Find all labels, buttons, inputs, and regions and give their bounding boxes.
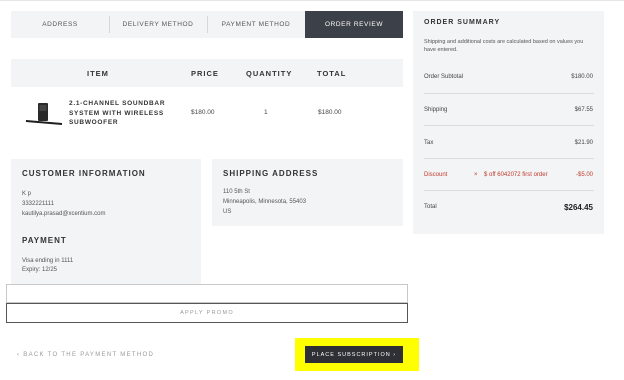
order-summary-panel: ORDER SUMMARY Shipping and additional co… <box>413 11 604 234</box>
customer-information-title: CUSTOMER INFORMATION <box>22 169 146 178</box>
payment-title: PAYMENT <box>22 236 67 245</box>
summary-divider <box>424 125 594 126</box>
tax-label: Tax <box>424 140 434 146</box>
step-order-review[interactable]: ORDER REVIEW <box>305 11 403 38</box>
checkout-steps: ADDRESS DELIVERY METHOD PAYMENT METHOD O… <box>11 11 403 38</box>
step-address[interactable]: ADDRESS <box>11 11 109 38</box>
top-divider <box>0 0 624 1</box>
shipping-address-title: SHIPPING ADDRESS <box>223 169 319 178</box>
discount-value: -$5.00 <box>575 172 593 178</box>
back-to-payment-link[interactable]: ‹ BACK TO THE PAYMENT METHOD <box>17 352 154 358</box>
product-name[interactable]: 2.1-CHANNEL SOUNDBAR SYSTEM WITH WIRELES… <box>69 99 179 128</box>
apply-promo-button[interactable]: APPLY PROMO <box>6 303 408 323</box>
shipping-line-1: 110 5th St <box>223 189 250 195</box>
column-header-price: PRICE <box>191 69 219 78</box>
subtotal-value: $180.00 <box>571 74 593 80</box>
discount-label: Discount <box>424 172 448 178</box>
column-header-quantity: QUANTITY <box>246 69 293 78</box>
payment-card: Visa ending in 1111 <box>22 258 74 264</box>
promo-code-input[interactable] <box>6 284 408 303</box>
shipping-address-panel: SHIPPING ADDRESS 110 5th St Minneapolis,… <box>212 159 403 226</box>
summary-divider <box>424 93 594 94</box>
order-summary-note: Shipping and additional costs are calcul… <box>424 39 584 53</box>
step-delivery-method[interactable]: DELIVERY METHOD <box>109 11 207 38</box>
order-summary-title: ORDER SUMMARY <box>424 19 501 26</box>
discount-detail: $ off 6042072 first order <box>484 172 548 178</box>
summary-divider <box>424 158 594 159</box>
order-items-table: ITEM PRICE QUANTITY TOTAL 2.1-CHANNEL SO… <box>11 59 403 142</box>
shipping-line-3: US <box>223 209 232 215</box>
shipping-cost-value: $67.55 <box>574 107 593 113</box>
summary-divider <box>424 190 594 191</box>
product-price: $180.00 <box>191 109 215 116</box>
subtotal-label: Order Subtotal <box>424 74 464 80</box>
soundbar-product-image[interactable] <box>25 101 65 127</box>
customer-name: K p <box>22 191 32 197</box>
column-header-total: TOTAL <box>317 69 347 78</box>
table-header: ITEM PRICE QUANTITY TOTAL <box>11 59 403 87</box>
payment-expiry: Expiry: 12/25 <box>22 267 58 273</box>
product-quantity: 1 <box>264 109 268 116</box>
tax-value: $21.90 <box>574 140 593 146</box>
shipping-line-2: Minneapolis, Minnesota, 55403 <box>223 199 307 205</box>
customer-email: kautilya.prasad@xcentium.com <box>22 211 106 217</box>
total-label: Total <box>424 204 437 210</box>
shipping-cost-label: Shipping <box>424 107 448 113</box>
product-total: $180.00 <box>318 109 342 116</box>
total-value: $264.45 <box>564 203 593 212</box>
discount-remove-icon[interactable]: × <box>474 172 478 178</box>
column-header-item: ITEM <box>87 69 109 78</box>
customer-phone: 3332221111 <box>22 201 55 207</box>
step-payment-method[interactable]: PAYMENT METHOD <box>207 11 305 38</box>
place-subscription-button[interactable]: PLACE SUBSCRIPTION › <box>305 346 403 363</box>
customer-information-panel: CUSTOMER INFORMATION K p 3332221111 kaut… <box>11 159 201 285</box>
